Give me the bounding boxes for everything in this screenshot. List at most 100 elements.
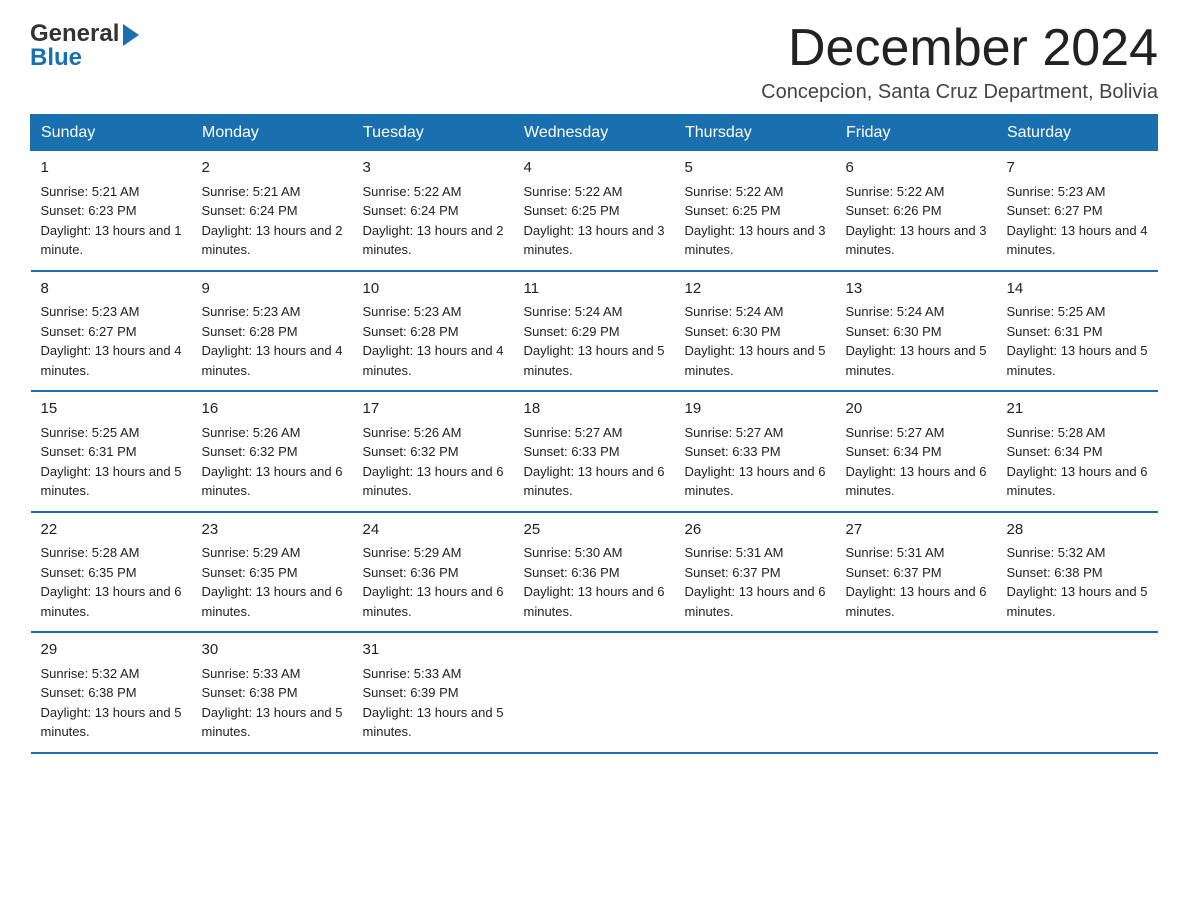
day-number: 13 [846, 278, 987, 301]
day-number: 3 [363, 157, 504, 180]
calendar-empty-cell [514, 632, 675, 753]
day-number: 5 [685, 157, 826, 180]
logo-arrow-icon [123, 24, 139, 46]
calendar-day-17: 17 Sunrise: 5:26 AMSunset: 6:32 PMDayligh… [353, 391, 514, 512]
calendar-day-9: 9 Sunrise: 5:23 AMSunset: 6:28 PMDaylight… [192, 271, 353, 392]
day-info: Sunrise: 5:24 AMSunset: 6:30 PMDaylight:… [685, 304, 826, 378]
day-number: 17 [363, 398, 504, 421]
day-info: Sunrise: 5:27 AMSunset: 6:33 PMDaylight:… [685, 425, 826, 499]
day-info: Sunrise: 5:23 AMSunset: 6:27 PMDaylight:… [41, 304, 182, 378]
logo-blue-text: Blue [30, 44, 139, 72]
day-info: Sunrise: 5:33 AMSunset: 6:39 PMDaylight:… [363, 666, 504, 740]
day-info: Sunrise: 5:32 AMSunset: 6:38 PMDaylight:… [41, 666, 182, 740]
day-info: Sunrise: 5:23 AMSunset: 6:28 PMDaylight:… [363, 304, 504, 378]
weekday-header-sunday: Sunday [31, 115, 192, 151]
calendar-day-11: 11Sunrise: 5:24 AMSunset: 6:29 PMDayligh… [514, 271, 675, 392]
day-info: Sunrise: 5:25 AMSunset: 6:31 PMDaylight:… [41, 425, 182, 499]
calendar-day-26: 26Sunrise: 5:31 AMSunset: 6:37 PMDayligh… [675, 512, 836, 633]
day-info: Sunrise: 5:22 AMSunset: 6:25 PMDaylight:… [685, 184, 826, 258]
calendar-day-24: 24Sunrise: 5:29 AMSunset: 6:36 PMDayligh… [353, 512, 514, 633]
calendar-day-31: 31 Sunrise: 5:33 AMSunset: 6:39 PMDayligh… [353, 632, 514, 753]
day-number: 10 [363, 278, 504, 301]
day-info: Sunrise: 5:29 AMSunset: 6:35 PMDaylight:… [202, 545, 343, 619]
logo: General Blue [30, 20, 139, 72]
weekday-header-row: SundayMondayTuesdayWednesdayThursdayFrid… [31, 115, 1158, 151]
calendar-day-4: 4 Sunrise: 5:22 AMSunset: 6:25 PMDaylight… [514, 151, 675, 271]
calendar-day-5: 5 Sunrise: 5:22 AMSunset: 6:25 PMDaylight… [675, 151, 836, 271]
calendar-empty-cell [997, 632, 1158, 753]
calendar-week-row-2: 8 Sunrise: 5:23 AMSunset: 6:27 PMDaylight… [31, 271, 1158, 392]
weekday-header-thursday: Thursday [675, 115, 836, 151]
day-number: 18 [524, 398, 665, 421]
day-number: 19 [685, 398, 826, 421]
day-number: 27 [846, 519, 987, 542]
calendar-table: SundayMondayTuesdayWednesdayThursdayFrid… [30, 114, 1158, 754]
weekday-header-tuesday: Tuesday [353, 115, 514, 151]
day-info: Sunrise: 5:27 AMSunset: 6:34 PMDaylight:… [846, 425, 987, 499]
day-info: Sunrise: 5:28 AMSunset: 6:35 PMDaylight:… [41, 545, 182, 619]
calendar-week-row-1: 1Sunrise: 5:21 AMSunset: 6:23 PMDaylight… [31, 151, 1158, 271]
day-info: Sunrise: 5:22 AMSunset: 6:25 PMDaylight:… [524, 184, 665, 258]
calendar-day-22: 22 Sunrise: 5:28 AMSunset: 6:35 PMDayligh… [31, 512, 192, 633]
calendar-day-10: 10 Sunrise: 5:23 AMSunset: 6:28 PMDayligh… [353, 271, 514, 392]
calendar-day-14: 14Sunrise: 5:25 AMSunset: 6:31 PMDayligh… [997, 271, 1158, 392]
day-info: Sunrise: 5:23 AMSunset: 6:27 PMDaylight:… [1007, 184, 1148, 258]
calendar-empty-cell [675, 632, 836, 753]
location-subtitle: Concepcion, Santa Cruz Department, Boliv… [761, 81, 1158, 104]
calendar-day-15: 15 Sunrise: 5:25 AMSunset: 6:31 PMDayligh… [31, 391, 192, 512]
day-info: Sunrise: 5:24 AMSunset: 6:29 PMDaylight:… [524, 304, 665, 378]
calendar-day-25: 25 Sunrise: 5:30 AMSunset: 6:36 PMDayligh… [514, 512, 675, 633]
day-number: 21 [1007, 398, 1148, 421]
page-header: General Blue December 2024 Concepcion, S… [30, 20, 1158, 104]
weekday-header-saturday: Saturday [997, 115, 1158, 151]
calendar-day-23: 23 Sunrise: 5:29 AMSunset: 6:35 PMDayligh… [192, 512, 353, 633]
day-number: 16 [202, 398, 343, 421]
day-number: 8 [41, 278, 182, 301]
day-number: 12 [685, 278, 826, 301]
day-info: Sunrise: 5:26 AMSunset: 6:32 PMDaylight:… [363, 425, 504, 499]
day-number: 25 [524, 519, 665, 542]
calendar-day-20: 20 Sunrise: 5:27 AMSunset: 6:34 PMDayligh… [836, 391, 997, 512]
day-info: Sunrise: 5:23 AMSunset: 6:28 PMDaylight:… [202, 304, 343, 378]
month-title: December 2024 [761, 20, 1158, 77]
day-number: 22 [41, 519, 182, 542]
day-number: 20 [846, 398, 987, 421]
day-info: Sunrise: 5:28 AMSunset: 6:34 PMDaylight:… [1007, 425, 1148, 499]
day-number: 15 [41, 398, 182, 421]
day-number: 26 [685, 519, 826, 542]
calendar-day-8: 8 Sunrise: 5:23 AMSunset: 6:27 PMDaylight… [31, 271, 192, 392]
day-number: 9 [202, 278, 343, 301]
calendar-week-row-4: 22 Sunrise: 5:28 AMSunset: 6:35 PMDayligh… [31, 512, 1158, 633]
day-info: Sunrise: 5:30 AMSunset: 6:36 PMDaylight:… [524, 545, 665, 619]
calendar-day-3: 3 Sunrise: 5:22 AMSunset: 6:24 PMDaylight… [353, 151, 514, 271]
day-number: 28 [1007, 519, 1148, 542]
calendar-day-29: 29Sunrise: 5:32 AMSunset: 6:38 PMDayligh… [31, 632, 192, 753]
calendar-empty-cell [836, 632, 997, 753]
day-number: 7 [1007, 157, 1148, 180]
day-info: Sunrise: 5:33 AMSunset: 6:38 PMDaylight:… [202, 666, 343, 740]
calendar-day-18: 18 Sunrise: 5:27 AMSunset: 6:33 PMDayligh… [514, 391, 675, 512]
calendar-day-30: 30Sunrise: 5:33 AMSunset: 6:38 PMDayligh… [192, 632, 353, 753]
calendar-day-13: 13 Sunrise: 5:24 AMSunset: 6:30 PMDayligh… [836, 271, 997, 392]
day-number: 23 [202, 519, 343, 542]
day-number: 14 [1007, 278, 1148, 301]
calendar-day-28: 28 Sunrise: 5:32 AMSunset: 6:38 PMDayligh… [997, 512, 1158, 633]
weekday-header-monday: Monday [192, 115, 353, 151]
day-number: 1 [41, 157, 182, 180]
calendar-week-row-5: 29Sunrise: 5:32 AMSunset: 6:38 PMDayligh… [31, 632, 1158, 753]
calendar-day-21: 21 Sunrise: 5:28 AMSunset: 6:34 PMDayligh… [997, 391, 1158, 512]
day-info: Sunrise: 5:32 AMSunset: 6:38 PMDaylight:… [1007, 545, 1148, 619]
weekday-header-friday: Friday [836, 115, 997, 151]
calendar-day-19: 19 Sunrise: 5:27 AMSunset: 6:33 PMDayligh… [675, 391, 836, 512]
day-number: 31 [363, 639, 504, 662]
day-info: Sunrise: 5:27 AMSunset: 6:33 PMDaylight:… [524, 425, 665, 499]
day-info: Sunrise: 5:22 AMSunset: 6:24 PMDaylight:… [363, 184, 504, 258]
calendar-week-row-3: 15 Sunrise: 5:25 AMSunset: 6:31 PMDayligh… [31, 391, 1158, 512]
day-info: Sunrise: 5:24 AMSunset: 6:30 PMDaylight:… [846, 304, 987, 378]
day-info: Sunrise: 5:21 AMSunset: 6:24 PMDaylight:… [202, 184, 343, 258]
day-number: 4 [524, 157, 665, 180]
day-info: Sunrise: 5:31 AMSunset: 6:37 PMDaylight:… [846, 545, 987, 619]
calendar-day-2: 2Sunrise: 5:21 AMSunset: 6:24 PMDaylight… [192, 151, 353, 271]
day-info: Sunrise: 5:29 AMSunset: 6:36 PMDaylight:… [363, 545, 504, 619]
day-info: Sunrise: 5:26 AMSunset: 6:32 PMDaylight:… [202, 425, 343, 499]
